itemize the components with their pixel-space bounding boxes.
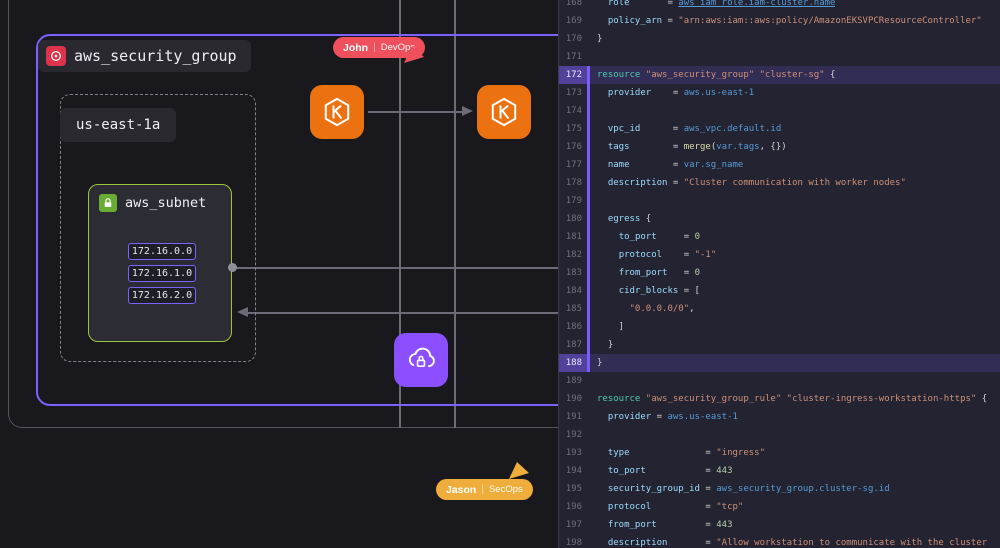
cursor-user-name: John: [343, 42, 368, 54]
security-group-icon: [46, 46, 66, 66]
design-canvas[interactable]: aws_security_group us-east-1a aws_subnet…: [0, 0, 558, 548]
code-line: 190resource "aws_security_group_rule" "c…: [559, 390, 1000, 408]
subnet-cidr-chip[interactable]: 172.16.1.0: [128, 265, 196, 282]
code-line: 196 protocol = "tcp": [559, 498, 1000, 516]
eks-node-2[interactable]: [477, 85, 531, 139]
eks-node-1[interactable]: [310, 85, 364, 139]
subnet-label: aws_subnet: [125, 195, 206, 211]
code-line: 181 to_port = 0: [559, 228, 1000, 246]
code-line: 194 to_port = 443: [559, 462, 1000, 480]
code-line: 174: [559, 102, 1000, 120]
eks-cluster-icon: [320, 95, 354, 129]
availability-zone-header[interactable]: us-east-1a: [60, 108, 176, 142]
connection-handle[interactable]: [228, 263, 237, 272]
cursor-pointer-icon: [403, 45, 425, 64]
code-line: 195 security_group_id = aws_security_gro…: [559, 480, 1000, 498]
eks-cluster-icon: [487, 95, 521, 129]
security-group-header[interactable]: aws_security_group: [38, 40, 251, 72]
code-line: 191 provider = aws.us-east-1: [559, 408, 1000, 426]
code-line: 171: [559, 48, 1000, 66]
code-line: 180 egress {: [559, 210, 1000, 228]
code-line: 175 vpc_id = aws_vpc.default.id: [559, 120, 1000, 138]
code-line: 183 from_port = 0: [559, 264, 1000, 282]
code-line: 184 cidr_blocks = [: [559, 282, 1000, 300]
code-line: 179: [559, 192, 1000, 210]
cloud-security-node[interactable]: [394, 333, 448, 387]
cursor-team-name: SecOps: [489, 484, 523, 495]
code-line: 187 }: [559, 336, 1000, 354]
cloud-lock-icon: [403, 342, 439, 378]
code-line: 176 tags = merge(var.tags, {}): [559, 138, 1000, 156]
code-line: 177 name = var.sg_name: [559, 156, 1000, 174]
code-line: 169 policy_arn = "arn:aws:iam::aws:polic…: [559, 12, 1000, 30]
code-line: 186 ]: [559, 318, 1000, 336]
subnet-cidr-chip[interactable]: 172.16.0.0: [128, 243, 196, 260]
code-line: 170}: [559, 30, 1000, 48]
user-cursor-jason: Jason | SecOps: [436, 479, 533, 500]
subnet-cidr-chip[interactable]: 172.16.2.0: [128, 287, 196, 304]
code-line: 188}: [559, 354, 1000, 372]
subnet-node[interactable]: aws_subnet 172.16.0.0 172.16.1.0 172.16.…: [88, 184, 232, 342]
code-line: 189: [559, 372, 1000, 390]
cursor-divider: |: [373, 42, 376, 53]
code-line: 168 role = aws_iam_role.iam-cluster.name: [559, 0, 1000, 12]
subnet-header: aws_subnet: [89, 185, 231, 212]
code-line: 182 protocol = "-1": [559, 246, 1000, 264]
lock-icon: [99, 194, 117, 212]
availability-zone-label: us-east-1a: [76, 117, 160, 133]
code-line: 197 from_port = 443: [559, 516, 1000, 534]
code-line: 172resource "aws_security_group" "cluste…: [559, 66, 1000, 84]
code-line: 178 description = "Cluster communication…: [559, 174, 1000, 192]
cursor-pointer-icon: [508, 461, 530, 480]
code-line: 198 description = "Allow workstation to …: [559, 534, 1000, 548]
cursor-divider: |: [481, 484, 484, 495]
cursor-user-name: Jason: [446, 484, 476, 496]
code-line: 192: [559, 426, 1000, 444]
code-editor[interactable]: 168 role = aws_iam_role.iam-cluster.name…: [558, 0, 1000, 548]
code-line: 185 "0.0.0.0/0",: [559, 300, 1000, 318]
code-line: 173 provider = aws.us-east-1: [559, 84, 1000, 102]
code-line: 193 type = "ingress": [559, 444, 1000, 462]
code-lines: 168 role = aws_iam_role.iam-cluster.name…: [559, 0, 1000, 548]
security-group-label: aws_security_group: [74, 47, 237, 65]
